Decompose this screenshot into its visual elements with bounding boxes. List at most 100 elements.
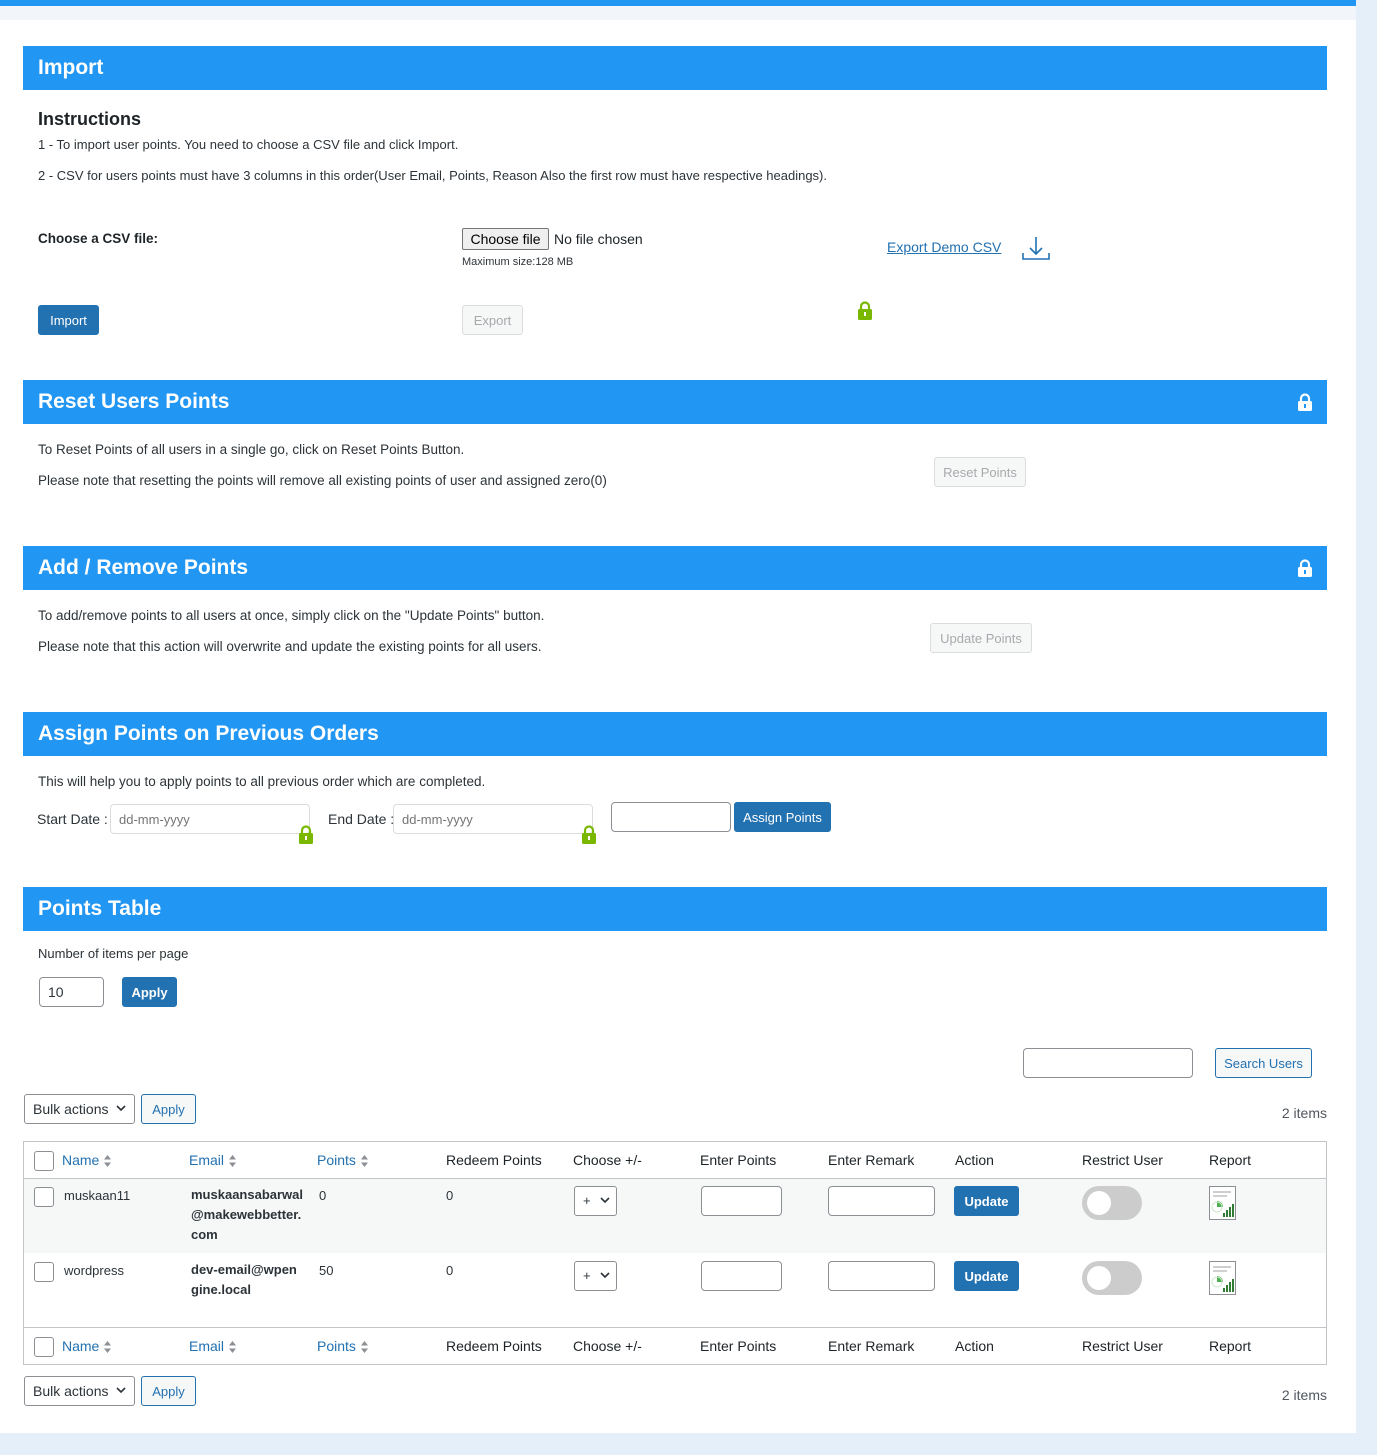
no-file-chosen-text: No file chosen (554, 231, 643, 247)
column-footer-enter-points: Enter Points (700, 1338, 777, 1354)
reset-line-2: Please note that resetting the points wi… (38, 473, 607, 488)
instruction-line-1: 1 - To import user points. You need to c… (38, 137, 459, 152)
instructions-title: Instructions (38, 109, 142, 129)
reset-header: Reset Users Points (23, 380, 1327, 424)
top-bar (0, 0, 1356, 20)
lock-icon (858, 301, 872, 320)
report-icon[interactable] (1209, 1186, 1236, 1220)
user-points: 50 (319, 1263, 334, 1278)
export-demo-csv-link[interactable]: Export Demo CSV (887, 239, 1001, 255)
previous-orders-header: Assign Points on Previous Orders (23, 712, 1327, 756)
choose-sign-value: + (583, 1268, 591, 1283)
column-footer-report: Report (1209, 1338, 1252, 1354)
instruction-line-2: 2 - CSV for users points must have 3 col… (38, 168, 828, 183)
chevron-down-icon (600, 1272, 610, 1279)
user-points: 0 (319, 1188, 327, 1203)
user-name: wordpress (64, 1263, 124, 1278)
sort-icon (360, 1341, 368, 1354)
add-remove-title: Add / Remove Points (38, 556, 249, 579)
toggle-knob (1087, 1191, 1111, 1215)
assign-points-button[interactable]: Assign Points (734, 802, 831, 832)
user-email: muskaansabarwal@makewebbetter.com (191, 1187, 304, 1242)
column-header-choose: Choose +/- (573, 1152, 642, 1168)
column-header-email[interactable]: Email (189, 1152, 237, 1168)
update-button[interactable]: Update (954, 1186, 1019, 1216)
user-email: dev-email@wpengine.local (191, 1262, 297, 1297)
choose-sign-value: + (583, 1193, 591, 1208)
column-footer-choose: Choose +/- (573, 1338, 642, 1354)
select-all-checkbox[interactable] (34, 1151, 54, 1171)
chevron-down-icon (600, 1197, 610, 1204)
choose-sign-select[interactable]: + (574, 1186, 617, 1216)
lock-icon (299, 825, 313, 844)
export-button: Export (462, 305, 523, 335)
items-count-bottom: 2 items (1281, 1387, 1327, 1403)
column-footer-email[interactable]: Email (189, 1338, 237, 1354)
sort-icon (229, 1155, 237, 1168)
column-header-report: Report (1209, 1152, 1252, 1168)
lock-icon (1298, 393, 1312, 411)
column-header-enter-points: Enter Points (700, 1152, 777, 1168)
bulk-apply-button-bottom[interactable]: Apply (141, 1376, 196, 1406)
bulk-apply-button[interactable]: Apply (141, 1094, 196, 1124)
row-checkbox[interactable] (34, 1187, 54, 1207)
column-footer-redeem-points: Redeem Points (446, 1338, 542, 1354)
enter-remark-input[interactable] (828, 1261, 935, 1291)
bulk-actions-label: Bulk actions (33, 1101, 109, 1117)
footer-divider (24, 1327, 1326, 1328)
column-header-redeem-points: Redeem Points (446, 1152, 542, 1168)
search-users-button[interactable]: Search Users (1215, 1048, 1312, 1078)
choose-sign-select[interactable]: + (574, 1261, 617, 1291)
lock-icon (582, 825, 596, 844)
toggle-knob (1087, 1266, 1111, 1290)
user-redeem-points: 0 (446, 1188, 454, 1203)
column-header-name[interactable]: Name (62, 1152, 112, 1168)
column-footer-name[interactable]: Name (62, 1338, 112, 1354)
import-header: Import (23, 46, 1327, 90)
column-header-enter-remark: Enter Remark (828, 1152, 915, 1168)
select-all-checkbox[interactable] (34, 1337, 54, 1357)
chevron-down-icon (116, 1105, 126, 1112)
sort-icon (104, 1341, 112, 1354)
bulk-actions-select[interactable]: Bulk actions (24, 1094, 135, 1124)
row-checkbox[interactable] (34, 1262, 54, 1282)
enter-points-input[interactable] (701, 1186, 782, 1216)
lock-icon (1298, 559, 1312, 577)
column-footer-enter-remark: Enter Remark (828, 1338, 915, 1354)
import-button[interactable]: Import (38, 305, 99, 335)
report-icon[interactable] (1209, 1261, 1236, 1295)
per-page-apply-button[interactable]: Apply (122, 977, 177, 1007)
sort-icon (104, 1155, 112, 1168)
per-page-input[interactable] (39, 977, 104, 1007)
points-table-title: Points Table (38, 897, 162, 920)
download-icon[interactable] (1020, 235, 1052, 263)
bulk-actions-label: Bulk actions (33, 1383, 109, 1399)
end-date-input[interactable] (393, 804, 593, 834)
update-button[interactable]: Update (954, 1261, 1019, 1291)
restrict-user-toggle[interactable] (1082, 1261, 1142, 1295)
chevron-down-icon (116, 1387, 126, 1394)
max-size-text: Maximum size:128 MB (462, 256, 574, 268)
points-table (23, 1141, 1327, 1365)
search-users-input[interactable] (1023, 1048, 1193, 1078)
add-remove-line-1: To add/remove points to all users at onc… (38, 608, 545, 623)
column-footer-points[interactable]: Points (317, 1338, 369, 1354)
user-name: muskaan11 (64, 1188, 131, 1203)
choose-file-button[interactable]: Choose file (462, 228, 549, 250)
reset-points-button: Reset Points (934, 457, 1026, 487)
assign-points-input[interactable] (611, 802, 731, 832)
per-page-label: Number of items per page (38, 946, 189, 961)
start-date-input[interactable] (110, 804, 310, 834)
enter-points-input[interactable] (701, 1261, 782, 1291)
restrict-user-toggle[interactable] (1082, 1186, 1142, 1220)
import-title: Import (38, 56, 104, 79)
csv-file-label: Choose a CSV file: (38, 231, 159, 246)
start-date-label: Start Date : (37, 811, 108, 827)
previous-orders-title: Assign Points on Previous Orders (38, 722, 379, 745)
bulk-actions-select-bottom[interactable]: Bulk actions (24, 1376, 135, 1406)
items-count: 2 items (1281, 1105, 1327, 1121)
enter-remark-input[interactable] (828, 1186, 935, 1216)
points-table-header: Points Table (23, 887, 1327, 931)
column-header-points[interactable]: Points (317, 1152, 369, 1168)
add-remove-header: Add / Remove Points (23, 546, 1327, 590)
